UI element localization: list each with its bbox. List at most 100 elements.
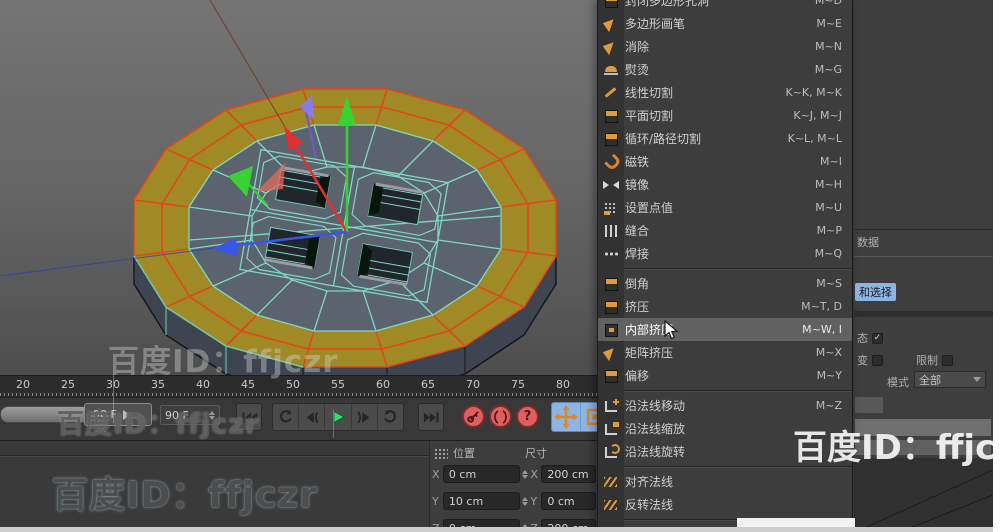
rotate-along-normals-icon (602, 443, 620, 460)
menu-item-shortcut: K~L, M~L (787, 132, 842, 145)
size-x-field[interactable]: 200 cm (541, 465, 596, 483)
menu-item-bevel[interactable]: 倒角 M~S (598, 272, 852, 295)
menu-item-label: 封闭多边形孔洞 (625, 0, 710, 8)
menu-item-close-polygon-hole[interactable]: 封闭多边形孔洞 M~D (598, 0, 852, 12)
axis-label-y: Y (432, 494, 439, 508)
menu-item-extrude-inner[interactable]: 内部挤压 M~W, I (598, 318, 852, 341)
ruler-tick: 20 (16, 378, 30, 391)
timeline-slider-handle[interactable]: 90 F (84, 403, 152, 426)
menu-item-iron[interactable]: 熨烫 M~G (598, 58, 852, 81)
record-active-objects-button[interactable] (462, 405, 485, 428)
record-key-icon (467, 411, 479, 423)
menu-item-label: 线性切割 (625, 86, 674, 100)
frame-spinner[interactable] (209, 410, 215, 420)
menu-item-shortcut: K~J, M~J (793, 109, 842, 122)
scale-tool-button[interactable] (581, 403, 597, 431)
menu-item-smooth-shift[interactable]: 偏移 M~Y (598, 364, 852, 387)
menu-item-reverse-normals[interactable]: 反转法线 (598, 493, 852, 516)
dissolve-icon (602, 39, 620, 55)
next-key-icon (383, 409, 396, 423)
menu-item-magnet[interactable]: 磁铁 M~I (598, 150, 852, 173)
size-title: 尺寸 (525, 447, 547, 460)
checkbox-checked[interactable]: ✓ (872, 332, 883, 344)
mode-dropdown[interactable]: 全部 (914, 371, 986, 388)
next-frame-button[interactable] (352, 404, 378, 430)
extrude-icon (602, 299, 620, 315)
menu-item-set-point-value[interactable]: 设置点值 M~U (598, 196, 852, 219)
checkbox-unchecked[interactable] (872, 354, 883, 366)
panel-divider (0, 455, 429, 457)
menu-item-shortcut: M~P (816, 224, 842, 237)
menu-item-label: 循环/路径切割 (625, 132, 702, 146)
move-tool-icon (554, 405, 578, 429)
menu-item-stitch-and-sew[interactable]: 缝合 M~P (598, 219, 852, 242)
menu-item-shortcut: M~Q (814, 247, 842, 260)
scene-disc-model (0, 0, 557, 375)
autokey-parens-icon (494, 409, 507, 424)
playback-button-group (272, 403, 404, 431)
ruler-tick: 45 (241, 378, 255, 391)
menu-item-label: 设置点值 (625, 201, 674, 215)
timeline-ruler[interactable]: 20 25 30 35 40 45 50 55 60 65 70 75 80 (0, 375, 597, 397)
extrude-inner-icon (602, 322, 620, 338)
position-y-spinner[interactable] (522, 496, 529, 506)
previous-key-button[interactable] (273, 404, 300, 430)
menu-item-shortcut: M~E (816, 17, 842, 30)
menu-item-shortcut: M~Z (815, 399, 842, 412)
field-block[interactable] (855, 397, 883, 413)
next-frame-icon (357, 411, 370, 423)
menu-item-mirror[interactable]: 镜像 M~H (598, 173, 852, 196)
menu-item-label: 沿法线移动 (625, 399, 686, 413)
goto-start-button[interactable] (236, 403, 262, 431)
menu-item-line-cut[interactable]: 线性切割 K~K, M~K (598, 81, 852, 104)
active-tool-selection (551, 402, 597, 432)
position-x-spinner[interactable] (522, 469, 529, 479)
menu-item-dissolve[interactable]: 消除 M~N (598, 35, 852, 58)
menu-item-scale-along-normals[interactable]: 沿法线缩放 (598, 417, 852, 440)
menu-item-align-normals[interactable]: 对齐法线 (598, 470, 852, 493)
position-y-field[interactable]: 10 cm (442, 492, 521, 510)
menu-item-weld[interactable]: 焊接 M~Q (598, 242, 852, 265)
menu-item-label: 内部挤压 (625, 323, 674, 337)
menu-item-label: 矩阵挤压 (625, 346, 674, 360)
range-marker-line (113, 375, 114, 423)
application-window: 百度ID：ffjczr 百度ID：ffjczr 百度ID：ffjczr 20 2… (0, 0, 1000, 532)
menu-item-shortcut: M~I (820, 155, 842, 168)
play-button[interactable] (325, 404, 352, 430)
menu-item-shortcut: M~D (814, 0, 842, 7)
restrict-label: 限制 (916, 354, 938, 367)
menu-item-move-along-normals[interactable]: 沿法线移动 M~Z (598, 394, 852, 417)
menu-item-shortcut: M~X (815, 346, 842, 359)
end-frame-field[interactable]: 90 F (160, 405, 220, 425)
menu-item-loop-path-cut[interactable]: 循环/路径切割 K~L, M~L (598, 127, 852, 150)
next-key-button[interactable] (378, 404, 403, 430)
checkbox-unchecked[interactable] (942, 354, 953, 366)
keyframe-selection-button[interactable]: ? (516, 405, 539, 428)
end-frame-value: 90 F (165, 408, 189, 422)
menu-item-matrix-extrude[interactable]: 矩阵挤压 M~X (598, 341, 852, 364)
menu-item-extrude[interactable]: 挤压 M~T, D (598, 295, 852, 318)
coordinates-panel: 位置 尺寸 X 0 cm X 200 cm Y 10 cm Y 0 cm Z 0… (429, 440, 597, 532)
selected-tab-fragment[interactable]: 和选择 (855, 283, 896, 301)
ruler-tick: 40 (196, 378, 210, 391)
move-tool-button[interactable] (552, 403, 581, 431)
menu-item-rotate-along-normals[interactable]: 沿法线旋转 (598, 440, 852, 463)
line-cut-icon (602, 85, 620, 101)
field-bar[interactable] (855, 419, 991, 436)
position-x-field[interactable]: 0 cm (442, 465, 521, 483)
magnet-icon (602, 154, 620, 170)
menu-separator (598, 463, 852, 470)
goto-end-button[interactable] (418, 403, 444, 431)
menu-item-plane-cut[interactable]: 平面切割 K~J, M~J (598, 104, 852, 127)
menu-item-shortcut: M~N (815, 40, 842, 53)
menu-item-shortcut: K~K, M~K (785, 86, 842, 99)
previous-frame-button[interactable] (299, 404, 326, 430)
menu-item-polygon-pen[interactable]: 多边形画笔 M~E (598, 12, 852, 35)
size-y-field[interactable]: 0 cm (541, 492, 596, 510)
viewport-3d[interactable] (0, 0, 597, 375)
reverse-normals-icon (602, 497, 620, 513)
size-axis-label-y: Y (530, 494, 538, 508)
screenshot-border-bottom (0, 527, 993, 532)
autokeying-button[interactable] (489, 405, 512, 428)
field-bar[interactable] (855, 440, 991, 455)
